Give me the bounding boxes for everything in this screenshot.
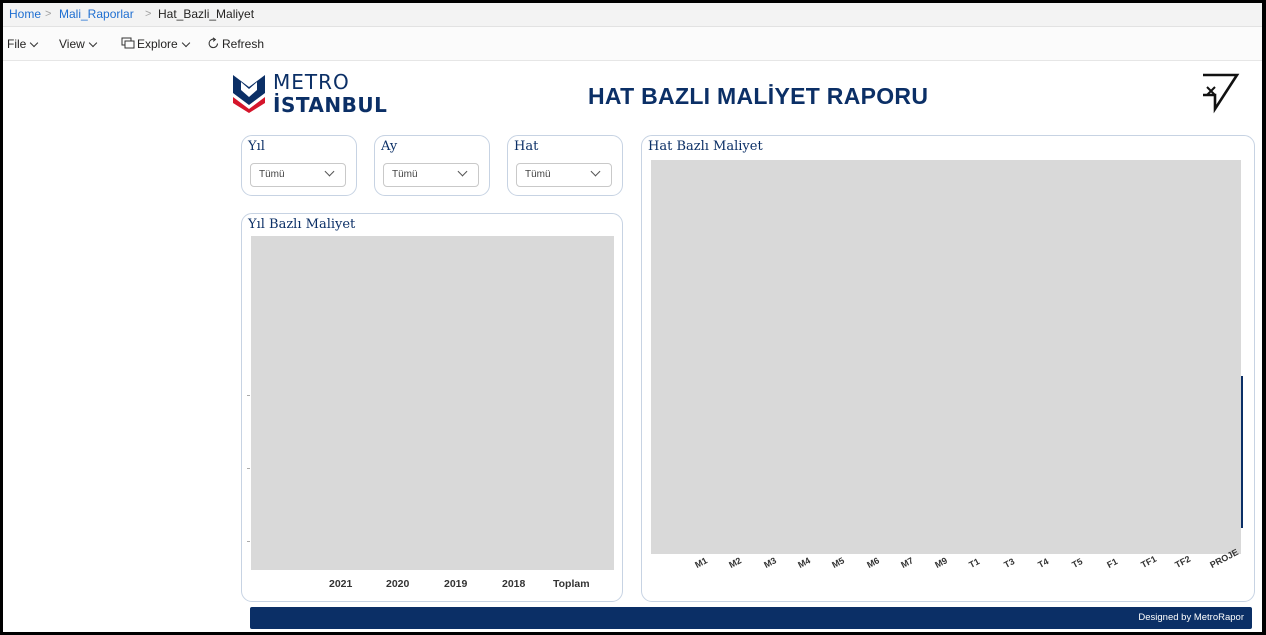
line-dropdown[interactable]: Tümü (516, 163, 612, 187)
x-axis-label: T1 (967, 556, 982, 570)
chevron-down-icon (590, 166, 601, 177)
toolbar: File View Explore Refresh (3, 27, 1262, 61)
refresh-icon (208, 37, 219, 49)
axis-tick (247, 468, 250, 469)
chart-placeholder (251, 236, 614, 570)
metro-logo-icon (233, 75, 265, 113)
breadcrumb-home-link[interactable]: Home (9, 3, 41, 25)
chart-placeholder (651, 160, 1241, 554)
breadcrumb-current: Hat_Bazli_Maliyet (158, 7, 255, 21)
year-dropdown-value: Tümü (259, 169, 285, 180)
axis-tick (247, 541, 250, 542)
explore-menu[interactable]: Explore (121, 35, 190, 53)
month-dropdown-value: Tümü (392, 169, 418, 180)
year-chart-title: Yıl Bazlı Maliyet (248, 217, 356, 232)
x-axis-label: M7 (899, 555, 915, 570)
logo-text-metro: METRO (273, 70, 350, 94)
x-axis-label: 2020 (386, 578, 410, 590)
refresh-label: Refresh (222, 37, 265, 51)
x-axis-label: 2021 (329, 578, 353, 590)
x-axis-label: Toplam (553, 578, 590, 590)
logo-text-istanbul: İSTANBUL (273, 93, 388, 117)
month-dropdown[interactable]: Tümü (383, 163, 479, 187)
brand-arrow-icon (1203, 73, 1240, 114)
x-axis-label: M2 (727, 555, 744, 570)
file-menu-label: File (7, 37, 27, 51)
report-canvas: METRO İSTANBUL HAT BAZLI MALİYET RAPORU … (3, 61, 1262, 632)
line-slicer: Hat Tümü (507, 135, 623, 196)
footer-bar: Designed by MetroRapor (250, 607, 1252, 629)
x-axis-label: TF1 (1139, 553, 1159, 570)
x-axis-label: T3 (1001, 556, 1016, 570)
report-title: HAT BAZLI MALİYET RAPORU (588, 83, 929, 109)
x-axis-label: 2019 (444, 578, 468, 590)
year-slicer-label: Yıl (248, 139, 265, 154)
year-dropdown[interactable]: Tümü (250, 163, 346, 187)
year-slicer: Yıl Tümü (241, 135, 357, 196)
axis-tick (247, 395, 250, 396)
chevron-down-icon (88, 38, 98, 48)
view-menu-label: View (59, 37, 85, 51)
x-axis-label: F1 (1104, 556, 1119, 570)
breadcrumb-separator: > (145, 8, 152, 20)
app-frame: Home > Mali_Raporlar > Hat_Bazli_Maliyet… (3, 3, 1262, 632)
x-axis-label: M5 (830, 555, 847, 570)
chart-accent-bar (1241, 376, 1243, 528)
x-axis-label: TF2 (1173, 553, 1193, 570)
explore-icon (121, 37, 135, 49)
line-chart-title: Hat Bazlı Maliyet (648, 139, 763, 154)
year-cost-chart: Yıl Bazlı Maliyet 2021 2020 2019 2018 To… (241, 213, 623, 602)
line-cost-chart: Hat Bazlı Maliyet M1 M2 M3 M4 M5 M6 M7 M9 T1 T3 T4… (641, 135, 1255, 602)
file-menu[interactable]: File (7, 35, 39, 53)
explore-menu-label: Explore (137, 37, 178, 51)
footer-credit: Designed by MetroRapor (1138, 612, 1244, 623)
refresh-button[interactable]: Refresh (207, 35, 264, 53)
breadcrumb-separator: > (45, 8, 52, 20)
x-axis-label: T4 (1036, 556, 1051, 570)
month-slicer-label: Ay (381, 139, 398, 154)
breadcrumb: Home > Mali_Raporlar > Hat_Bazli_Maliyet (3, 3, 1262, 27)
x-axis-label: M1 (693, 555, 710, 570)
x-axis-label: M6 (864, 555, 881, 570)
month-slicer: Ay Tümü (374, 135, 490, 196)
chevron-down-icon (457, 166, 468, 177)
breadcrumb-folder-link[interactable]: Mali_Raporlar (59, 3, 134, 25)
x-axis-label: 2018 (502, 578, 526, 590)
x-axis-label: M9 (933, 555, 950, 570)
line-slicer-label: Hat (514, 139, 539, 154)
chevron-down-icon (181, 38, 190, 48)
metro-istanbul-logo: METRO İSTANBUL (231, 70, 431, 117)
view-menu[interactable]: View (59, 35, 98, 53)
chevron-down-icon (324, 166, 335, 177)
x-axis-label: M3 (761, 555, 778, 570)
chevron-down-icon (30, 38, 39, 48)
line-dropdown-value: Tümü (525, 169, 551, 180)
x-axis-label: T5 (1070, 556, 1085, 570)
x-axis-label: M4 (796, 555, 812, 570)
